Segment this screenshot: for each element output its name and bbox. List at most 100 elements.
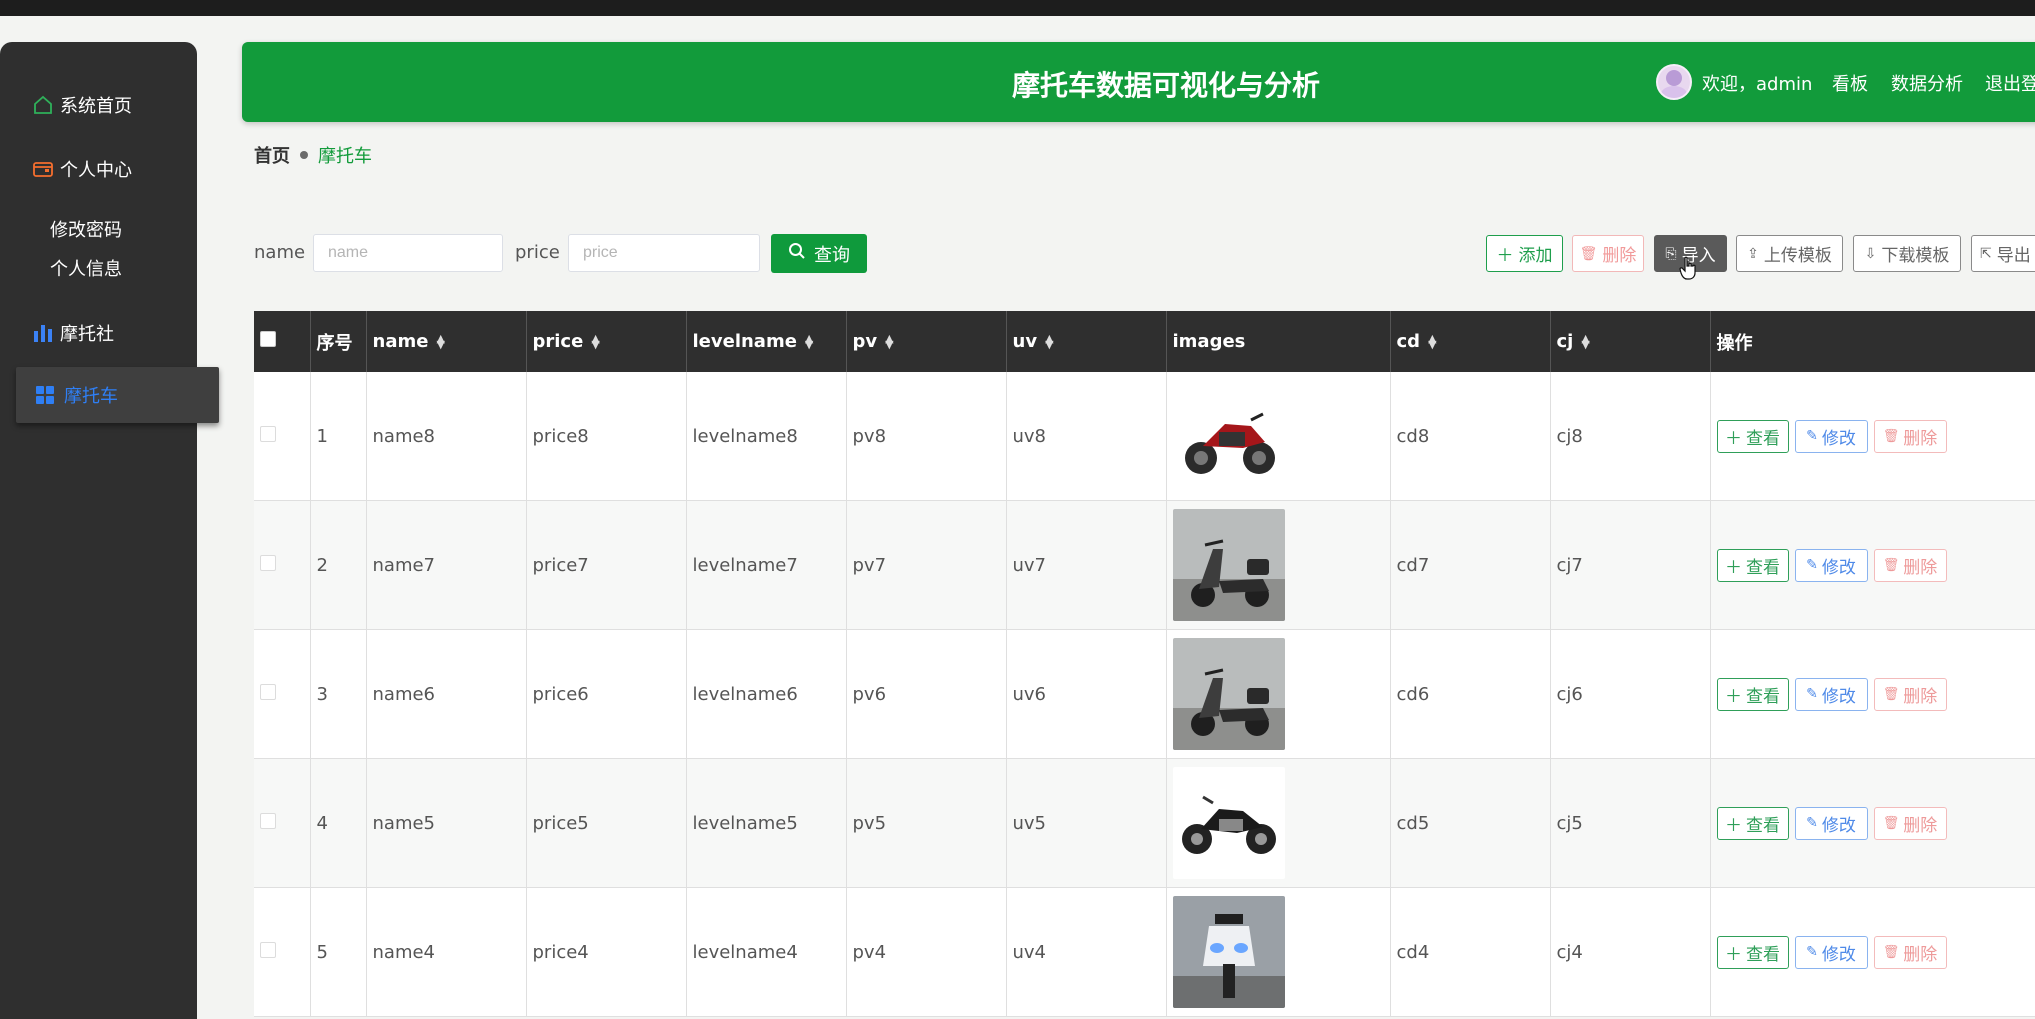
column-header-uv[interactable]: uv ▲ ▼	[1006, 311, 1167, 372]
sort-icon[interactable]: ▲ ▼	[591, 333, 599, 350]
sort-icon[interactable]: ▲ ▼	[805, 333, 813, 350]
plus-icon: ＋	[1496, 246, 1514, 266]
column-header-cd[interactable]: cd ▲ ▼	[1390, 311, 1551, 372]
nav-data-analysis-link[interactable]: 数据分析	[1891, 70, 1963, 96]
sidebar-item-home[interactable]: 系统首页	[32, 92, 132, 118]
delete-button[interactable]: 🗑 删除	[1873, 935, 1947, 969]
plus-icon: ＋	[1725, 944, 1742, 965]
bar-chart-icon	[32, 322, 54, 344]
cell-actions: ＋查看 ✎ 修改 🗑 删除	[1710, 372, 2035, 501]
batch-delete-button[interactable]: 🗑 删除	[1572, 235, 1644, 272]
table-row[interactable]: 5 name4 price4 levelname4 pv4 uv4 cd4 cj4 ＋查看 ✎ 修改…	[254, 887, 2035, 1017]
sidebar-item-motorcycle[interactable]: 摩托车	[16, 367, 219, 423]
home-icon	[32, 94, 54, 116]
delete-button[interactable]: 🗑 删除	[1873, 806, 1947, 840]
download-template-button[interactable]: ⇩ 下载模板	[1853, 235, 1961, 272]
upload-template-button[interactable]: ⇪ 上传模板	[1736, 235, 1843, 272]
query-button[interactable]: 查询	[771, 234, 867, 273]
delete-button[interactable]: 🗑 删除	[1873, 548, 1947, 582]
row-index: 5	[310, 887, 367, 1017]
price-filter-label: price	[515, 242, 560, 263]
sort-icon[interactable]: ▲ ▼	[885, 333, 893, 350]
row-checkbox[interactable]	[260, 683, 276, 700]
sort-icon[interactable]: ▲ ▼	[1581, 333, 1589, 350]
cell-price: price4	[526, 887, 687, 1017]
edit-button[interactable]: ✎ 修改	[1794, 677, 1868, 711]
pencil-icon: ✎	[1806, 815, 1818, 831]
column-header-cj[interactable]: cj ▲ ▼	[1550, 311, 1711, 372]
motorcycle-image[interactable]	[1172, 638, 1285, 750]
sidebar-item-personal-center[interactable]: 个人中心	[32, 156, 132, 182]
edit-button[interactable]: ✎ 修改	[1794, 935, 1868, 969]
breadcrumb-home[interactable]: 首页	[254, 142, 290, 168]
sidebar-item-change-password[interactable]: 修改密码	[50, 216, 122, 242]
motorcycle-image[interactable]	[1172, 896, 1285, 1008]
motorcycle-image[interactable]	[1172, 380, 1285, 492]
sidebar-item-moto-club[interactable]: 摩托社	[32, 320, 114, 346]
view-button[interactable]: ＋查看	[1716, 548, 1789, 582]
row-select-cell[interactable]	[254, 758, 311, 888]
name-filter-input[interactable]	[313, 234, 503, 272]
sidebar-item-personal-info[interactable]: 个人信息	[50, 255, 122, 281]
row-select-cell[interactable]	[254, 629, 311, 759]
trash-icon: 🗑	[1882, 686, 1900, 702]
column-header-images: images	[1166, 311, 1391, 372]
delete-button[interactable]: 🗑 删除	[1873, 419, 1947, 453]
delete-button[interactable]: 🗑 删除	[1873, 677, 1947, 711]
view-button[interactable]: ＋查看	[1716, 419, 1789, 453]
trash-icon: 🗑	[1882, 557, 1900, 573]
cell-image	[1166, 629, 1391, 759]
motorcycle-image[interactable]	[1172, 767, 1285, 879]
column-header-pv[interactable]: pv ▲ ▼	[846, 311, 1007, 372]
sidebar-item-label: 系统首页	[60, 96, 132, 117]
sort-icon[interactable]: ▲ ▼	[1428, 333, 1436, 350]
select-all-cell[interactable]	[254, 311, 311, 372]
column-header-price[interactable]: price ▲ ▼	[526, 311, 687, 372]
pencil-icon: ✎	[1806, 944, 1818, 960]
top-header: 摩托车数据可视化与分析 欢迎，admin 看板 数据分析 退出登	[242, 42, 2035, 122]
table-header-row: 序号 name ▲ ▼ price ▲ ▼ levelname ▲ ▼ pv ▲ ▼ uv ▲ ▼ …	[254, 311, 2035, 372]
welcome-text: 欢迎，admin	[1702, 74, 1813, 95]
row-checkbox[interactable]	[260, 554, 276, 571]
row-checkbox[interactable]	[260, 812, 276, 829]
row-select-cell[interactable]	[254, 500, 311, 630]
row-select-cell[interactable]	[254, 372, 311, 501]
row-select-cell[interactable]	[254, 887, 311, 1017]
export-button[interactable]: ⇱ 导出	[1971, 235, 2035, 272]
cell-levelname: levelname7	[686, 500, 847, 630]
table-row[interactable]: 1 name8 price8 levelname8 pv8 uv8 cd8 cj8 ＋查看 ✎ 修改…	[254, 372, 2035, 501]
edit-button[interactable]: ✎ 修改	[1794, 806, 1868, 840]
edit-button[interactable]: ✎ 修改	[1794, 419, 1868, 453]
avatar[interactable]	[1656, 64, 1692, 100]
name-filter-label: name	[254, 242, 306, 263]
cell-pv: pv7	[846, 500, 1007, 630]
nav-dashboard-link[interactable]: 看板	[1832, 70, 1868, 96]
pencil-icon: ✎	[1806, 686, 1818, 702]
sort-icon[interactable]: ▲ ▼	[436, 333, 444, 350]
nav-logout-link[interactable]: 退出登	[1985, 70, 2035, 96]
upload-icon: ⇪	[1747, 245, 1759, 262]
sort-icon[interactable]: ▲ ▼	[1045, 333, 1053, 350]
table-row[interactable]: 3 name6 price6 levelname6 pv6 uv6 cd6 cj6 ＋查看 ✎ 修改…	[254, 629, 2035, 759]
view-button[interactable]: ＋查看	[1716, 935, 1789, 969]
cell-pv: pv4	[846, 887, 1007, 1017]
trash-icon: 🗑	[1882, 944, 1900, 960]
column-header-levelname[interactable]: levelname ▲ ▼	[686, 311, 847, 372]
table-row[interactable]: 2 name7 price7 levelname7 pv7 uv7 cd7 cj7 ＋查看 ✎ 修改…	[254, 500, 2035, 630]
column-header-name[interactable]: name ▲ ▼	[366, 311, 527, 372]
row-index: 2	[310, 500, 367, 630]
add-button[interactable]: ＋添加	[1486, 235, 1563, 272]
table-row[interactable]: 4 name5 price5 levelname5 pv5 uv5 cd5 cj5 ＋查看 ✎ 修改…	[254, 758, 2035, 888]
row-checkbox[interactable]	[260, 425, 276, 442]
view-button[interactable]: ＋查看	[1716, 677, 1789, 711]
edit-button[interactable]: ✎ 修改	[1794, 548, 1868, 582]
row-index: 3	[310, 629, 367, 759]
plus-icon: ＋	[1725, 557, 1742, 578]
cell-cj: cj4	[1550, 887, 1711, 1017]
row-checkbox[interactable]	[260, 941, 276, 958]
select-all-checkbox[interactable]	[260, 331, 276, 347]
price-filter-input[interactable]	[568, 234, 760, 272]
motorcycle-image[interactable]	[1172, 509, 1285, 621]
cell-price: price7	[526, 500, 687, 630]
view-button[interactable]: ＋查看	[1716, 806, 1789, 840]
